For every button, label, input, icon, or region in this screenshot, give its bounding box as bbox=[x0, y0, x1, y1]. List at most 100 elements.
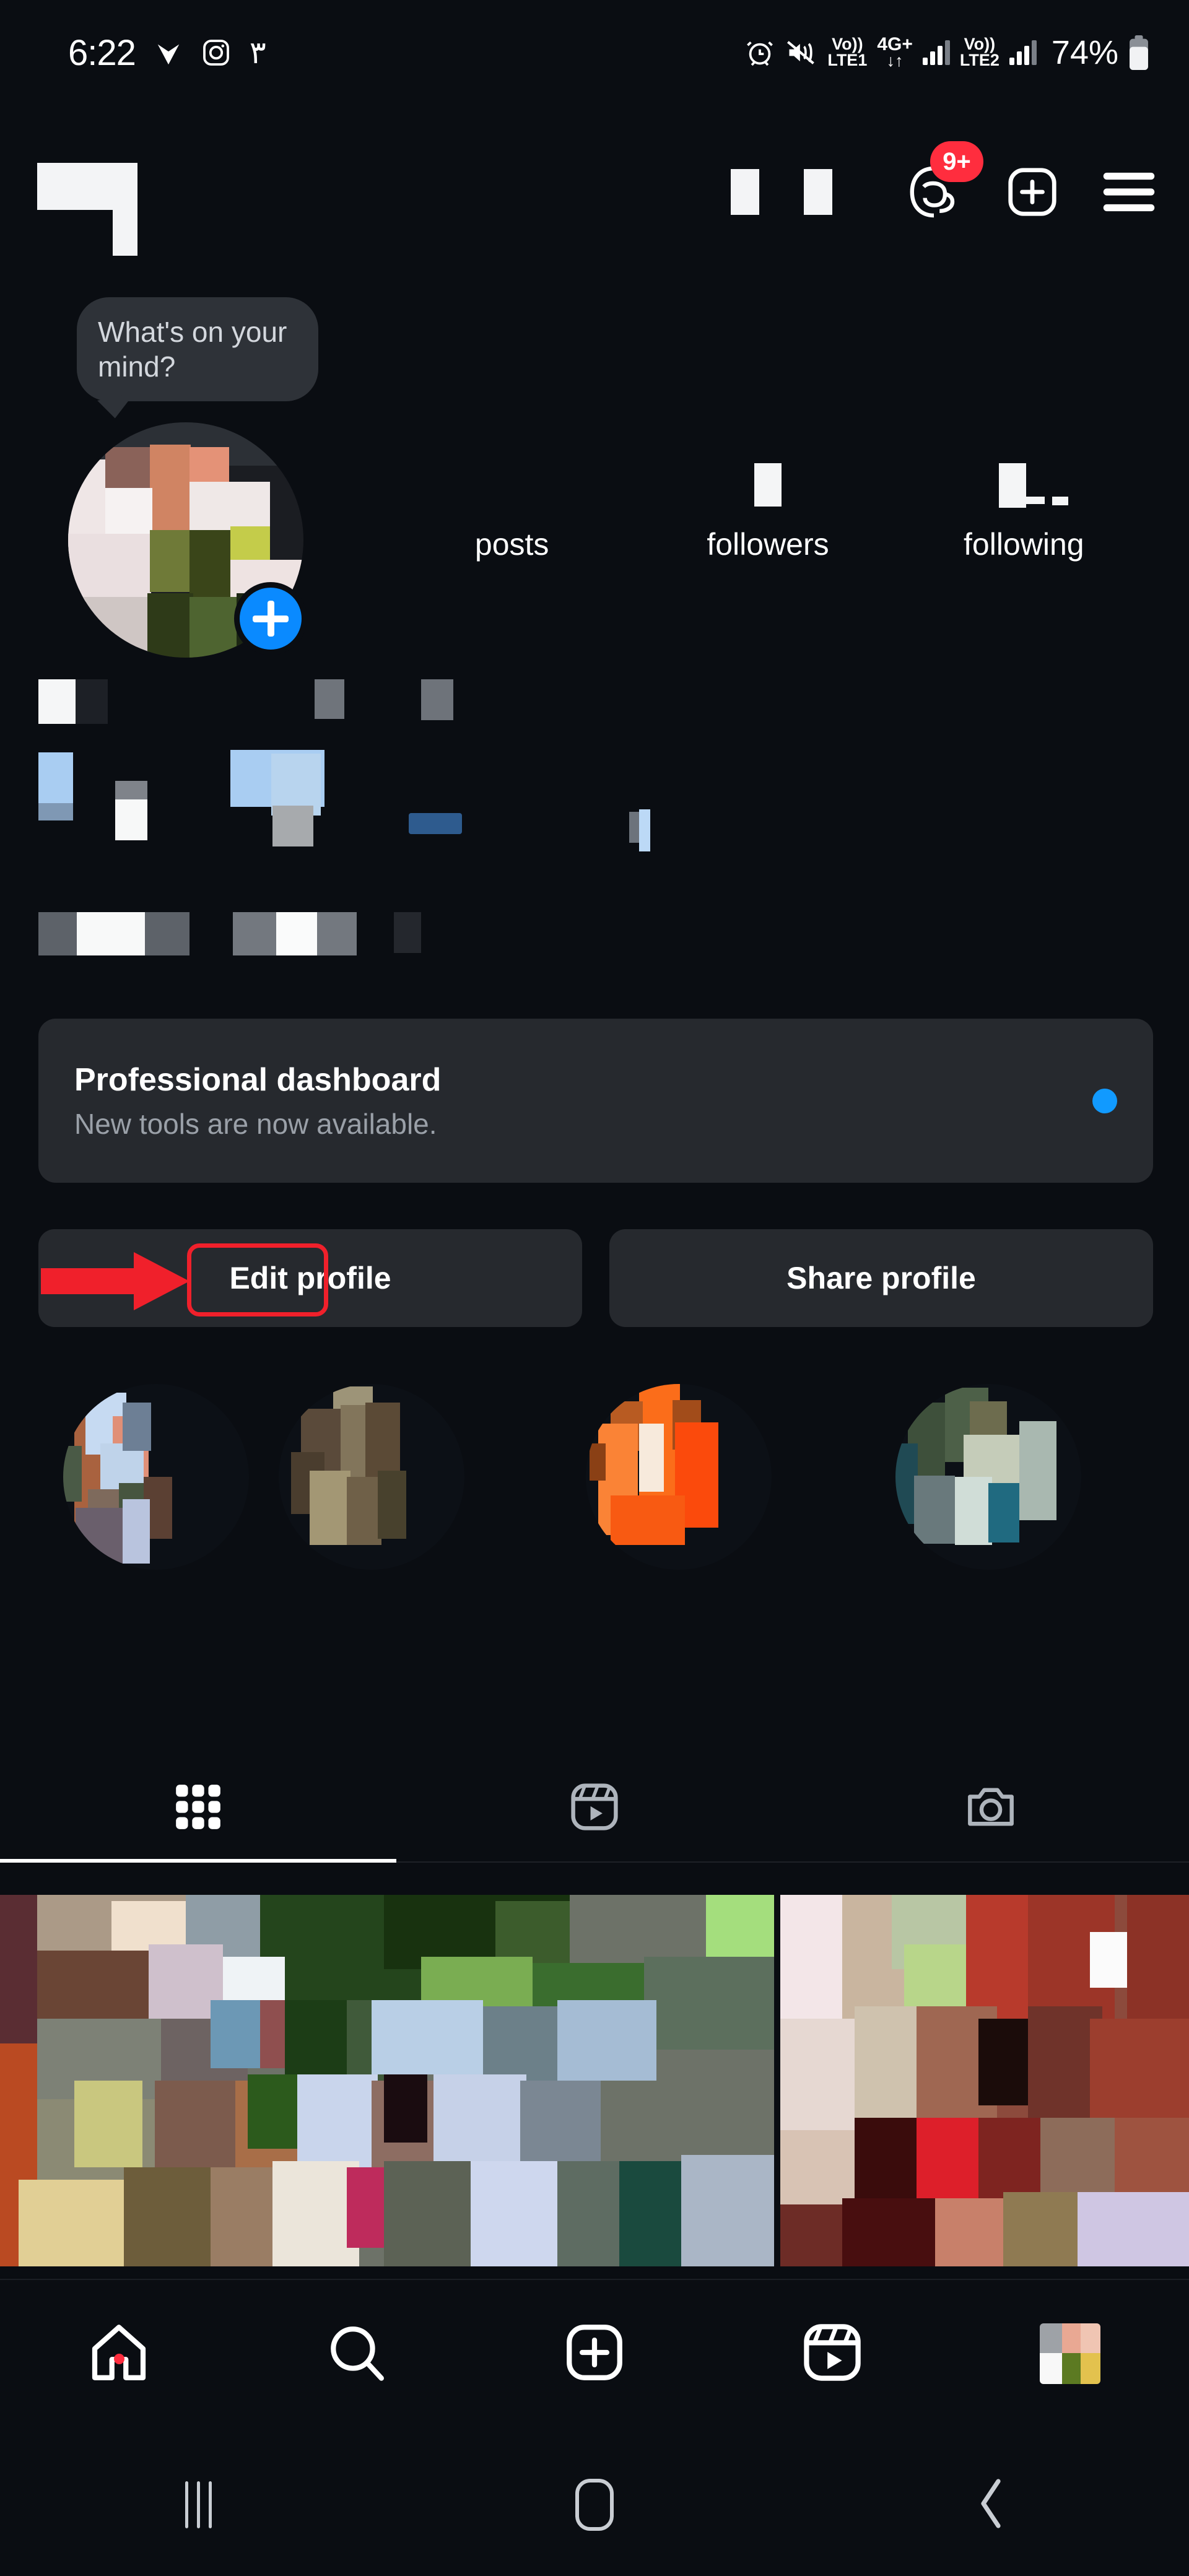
battery-icon bbox=[1128, 35, 1149, 70]
bio-link-fragment-3[interactable] bbox=[639, 809, 650, 851]
bio-redacted-11 bbox=[272, 806, 313, 846]
whats-on-your-mind-tooltip[interactable]: What's on your mind? bbox=[77, 297, 318, 402]
android-back-button[interactable] bbox=[793, 2476, 1189, 2535]
bio-redacted-13 bbox=[77, 912, 145, 955]
reels-icon bbox=[568, 1780, 621, 1837]
status-bar-left: 6:22 ۳ bbox=[68, 32, 267, 74]
create-new-button[interactable] bbox=[1004, 164, 1060, 220]
posts-label: posts bbox=[474, 527, 549, 562]
bio-redacted-12 bbox=[38, 912, 77, 955]
network-type-indicator: 4G+ ↓↑ bbox=[877, 33, 913, 71]
bio-redacted-3 bbox=[315, 679, 344, 719]
active-tab-underline bbox=[0, 1859, 396, 1863]
story-highlight-4[interactable] bbox=[895, 1384, 1081, 1570]
profile-bio bbox=[0, 666, 1189, 957]
app-header: 9+ bbox=[0, 141, 1189, 256]
profile-stats: posts followers following bbox=[384, 458, 1152, 562]
vibrate-mute-icon bbox=[785, 37, 817, 69]
check-mark-icon bbox=[154, 38, 183, 67]
bio-redacted-2 bbox=[76, 679, 108, 724]
dashboard-new-dot bbox=[1092, 1088, 1117, 1113]
back-chevron-icon bbox=[974, 2476, 1008, 2535]
bottom-navigation-bar bbox=[0, 2279, 1189, 2427]
story-highlight-1[interactable] bbox=[63, 1384, 249, 1570]
bio-redacted-4 bbox=[421, 679, 453, 720]
bio-link-fragment-2[interactable] bbox=[629, 812, 639, 843]
status-time: 6:22 bbox=[68, 32, 136, 73]
avatar-icon bbox=[1040, 2323, 1100, 2384]
avatar-wrapper[interactable] bbox=[68, 422, 307, 658]
stat-followers[interactable]: followers bbox=[640, 458, 895, 562]
dashboard-text: Professional dashboard New tools are now… bbox=[74, 1061, 441, 1141]
signal-bars-sim1-icon bbox=[922, 40, 950, 65]
tagged-tab[interactable] bbox=[793, 1752, 1189, 1864]
grid-icon bbox=[172, 1780, 225, 1837]
volte1-indicator: Vo)) LTE1 bbox=[827, 35, 868, 69]
professional-dashboard-card[interactable]: Professional dashboard New tools are now… bbox=[38, 1019, 1153, 1183]
post-thumbnail-1[interactable] bbox=[0, 1895, 774, 2266]
followers-label: followers bbox=[707, 527, 829, 562]
reels-tab[interactable] bbox=[396, 1752, 793, 1864]
plus-square-icon bbox=[562, 2320, 627, 2388]
status-bar: 6:22 ۳ Vo)) LTE1 4G+ ↓↑ Vo)) LTE2 74% bbox=[0, 0, 1189, 105]
alarm-icon bbox=[744, 37, 775, 68]
threads-notification-badge: 9+ bbox=[930, 141, 983, 182]
bio-link-fragment[interactable] bbox=[409, 813, 462, 834]
posts-grid bbox=[0, 1895, 1189, 2266]
header-redacted-block-1 bbox=[731, 169, 759, 215]
profile-summary-row: posts followers following bbox=[0, 422, 1189, 658]
posts-count bbox=[384, 458, 640, 526]
hamburger-menu-button[interactable] bbox=[1101, 170, 1157, 214]
threads-button[interactable]: 9+ bbox=[904, 141, 983, 222]
android-navigation-bar bbox=[0, 2434, 1189, 2576]
home-notification-dot bbox=[113, 2353, 124, 2364]
profile-action-buttons: Edit profile Share profile bbox=[38, 1229, 1153, 1327]
nav-profile[interactable] bbox=[951, 2323, 1189, 2384]
share-profile-button[interactable]: Share profile bbox=[609, 1229, 1153, 1327]
nav-home[interactable] bbox=[0, 2320, 238, 2388]
post-thumbnail-2[interactable] bbox=[780, 1895, 1189, 2266]
bio-redacted-16 bbox=[276, 912, 317, 955]
header-redacted-block-2 bbox=[804, 169, 832, 215]
search-icon bbox=[324, 2320, 389, 2388]
volte2-indicator: Vo)) LTE2 bbox=[959, 35, 1000, 69]
stat-posts[interactable]: posts bbox=[384, 458, 640, 562]
signal-bars-sim2-icon bbox=[1009, 40, 1037, 65]
header-actions: 9+ bbox=[904, 141, 1157, 222]
bio-redacted-15 bbox=[233, 912, 276, 955]
arabic-numeral-indicator: ۳ bbox=[249, 35, 267, 70]
recents-icon bbox=[185, 2481, 212, 2528]
story-highlight-2[interactable] bbox=[279, 1384, 464, 1570]
bio-redacted-17 bbox=[317, 912, 357, 955]
profile-tab-bar bbox=[0, 1752, 1189, 1864]
bio-redacted-18 bbox=[394, 912, 421, 953]
bio-redacted-8 bbox=[115, 799, 147, 840]
story-highlights-row bbox=[0, 1372, 1189, 1669]
posts-tab[interactable] bbox=[0, 1752, 396, 1864]
followers-count bbox=[640, 458, 895, 526]
tagged-icon bbox=[964, 1780, 1017, 1837]
dashboard-subtitle: New tools are now available. bbox=[74, 1107, 437, 1140]
home-pill-icon bbox=[575, 2479, 614, 2531]
story-highlight-3[interactable] bbox=[586, 1384, 772, 1570]
nav-create[interactable] bbox=[476, 2320, 713, 2388]
nav-reels[interactable] bbox=[713, 2320, 951, 2388]
instagram-icon bbox=[201, 38, 231, 67]
android-home-button[interactable] bbox=[396, 2479, 793, 2531]
bio-redacted-1 bbox=[38, 679, 76, 724]
instagram-profile-screen: 6:22 ۳ Vo)) LTE1 4G+ ↓↑ Vo)) LTE2 74% 9+… bbox=[0, 0, 1189, 2576]
profile-username[interactable] bbox=[37, 146, 186, 256]
reels-icon bbox=[800, 2320, 865, 2388]
status-bar-right: Vo)) LTE1 4G+ ↓↑ Vo)) LTE2 74% bbox=[744, 33, 1149, 72]
add-story-plus-icon[interactable] bbox=[234, 582, 307, 655]
following-count bbox=[896, 458, 1152, 526]
nav-search[interactable] bbox=[238, 2320, 476, 2388]
battery-percent: 74% bbox=[1051, 34, 1118, 71]
annotation-arrow-icon bbox=[41, 1252, 189, 1310]
android-recents-button[interactable] bbox=[0, 2481, 396, 2528]
bio-redacted-6 bbox=[38, 803, 73, 820]
dashboard-title: Professional dashboard bbox=[74, 1061, 442, 1098]
bio-redacted-14 bbox=[145, 912, 189, 955]
stat-following[interactable]: following bbox=[896, 458, 1152, 562]
following-label: following bbox=[964, 527, 1084, 562]
